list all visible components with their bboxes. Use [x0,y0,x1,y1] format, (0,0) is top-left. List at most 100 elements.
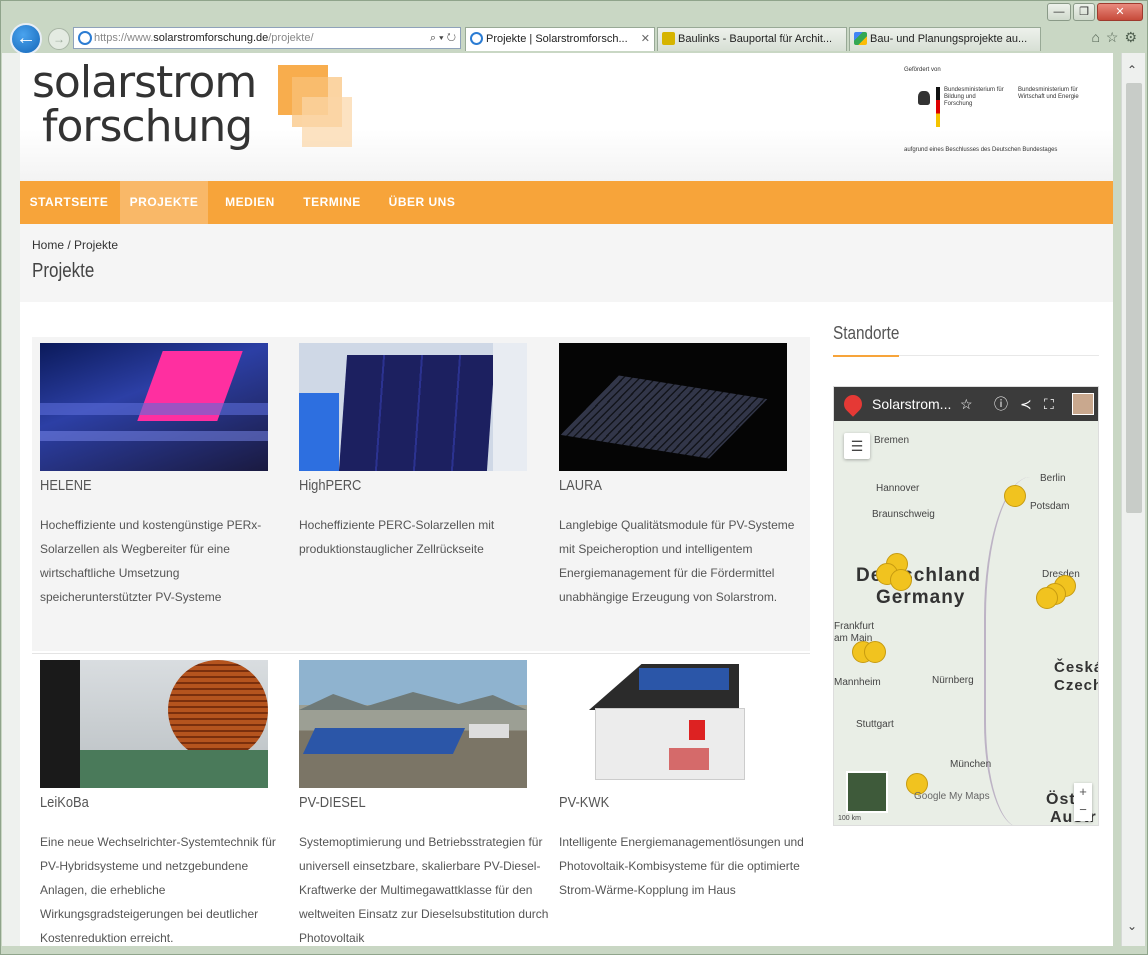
project-row: LeiKoBa Eine neue Wechselrichter-Systemt… [32,653,810,946]
project-title[interactable]: LAURA [559,477,602,494]
web-page: solarstrom forschung Gefördert von Bunde… [20,53,1113,946]
project-description: Intelligente Energiemanagementlösungen u… [559,835,804,897]
map-label-nuernberg: Nürnberg [932,675,974,686]
nav-termine[interactable]: TERMINE [292,181,372,224]
zoom-in-button[interactable]: + [1074,783,1092,801]
site-logo[interactable]: solarstrom forschung [32,61,257,149]
map-pin[interactable] [864,641,886,663]
tab-label: Bau- und Planungsprojekte au... [870,33,1028,45]
scroll-down-icon[interactable]: ⌄ [1127,919,1137,933]
star-icon[interactable]: ☆ [960,387,973,421]
url-scheme: https://www. [94,32,154,44]
map-title[interactable]: Solarstrom... [872,387,951,421]
eagle-icon [918,91,930,105]
minimize-button[interactable]: — [1047,3,1071,21]
address-bar[interactable]: https://www.solarstromforschung.de/proje… [73,27,461,49]
map-label-potsdam: Potsdam [1030,501,1070,512]
title-bar: — ❐ ✕ [1,1,1148,23]
project-image[interactable] [559,660,787,788]
project-description: Hocheffiziente und kostengünstige PERx-S… [40,518,262,604]
map-label-braunschweig: Braunschweig [872,509,935,520]
project-title[interactable]: LeiKoBa [40,794,89,811]
avatar[interactable] [1072,393,1094,415]
project-description: Hocheffiziente PERC-Solarzellen mit prod… [299,518,495,556]
close-window-button[interactable]: ✕ [1097,3,1143,21]
map-header: Solarstrom... ☆ ⓘ ≺ ⛶ [834,387,1098,421]
scroll-thumb[interactable] [1126,83,1142,513]
zoom-out-button[interactable]: − [1074,801,1092,819]
project-row: HELENE Hocheffiziente und kostengünstige… [32,337,810,651]
logo-square-icon [302,97,352,147]
page-title: Projekte [32,260,95,282]
site-header: solarstrom forschung Gefördert von Bunde… [20,53,1113,181]
nav-ueber-uns[interactable]: ÜBER UNS [376,181,468,224]
forward-button[interactable]: → [48,28,70,50]
restore-button[interactable]: ❐ [1073,3,1095,21]
map-label-hannover: Hannover [876,483,920,494]
map-pin[interactable] [1036,587,1058,609]
project-title[interactable]: PV-DIESEL [299,794,366,811]
tab-label: Projekte | Solarstromforsch... [486,33,628,45]
zoom-control[interactable]: + − [1074,783,1092,821]
project-title[interactable]: HELENE [40,477,92,494]
browser-window: — ❐ ✕ ← → https://www.solarstromforschun… [0,0,1148,955]
fullscreen-icon[interactable]: ⛶ [1044,387,1054,421]
maps-favicon-icon [854,32,867,45]
scroll-up-icon[interactable]: ⌃ [1127,63,1137,77]
locations-map[interactable]: Solarstrom... ☆ ⓘ ≺ ⛶ ☰ Bremen Hannover … [833,386,1099,826]
satellite-toggle[interactable] [846,771,888,813]
map-pin[interactable] [1004,485,1026,507]
german-flag-icon [936,87,940,127]
map-label-stuttgart: Stuttgart [856,719,894,730]
url-path: /projekte/ [268,32,314,44]
map-label-germany: Germany [876,587,966,608]
map-label-berlin: Berlin [1040,473,1066,484]
sponsor-logo: Gefördert von Bundesministerium für Bild… [900,67,1100,157]
address-tools[interactable]: ⌕ ▾ ↻ [430,28,456,48]
tab-baulinks[interactable]: Baulinks - Bauportal für Archit... [657,27,847,51]
nav-startseite[interactable]: STARTSEITE [20,181,118,224]
project-image[interactable] [40,343,268,471]
tab-bau-planungsprojekte[interactable]: Bau- und Planungsprojekte au... [849,27,1041,51]
site-icon [78,31,92,45]
map-scale: 100 km [838,815,861,822]
legend-icon[interactable]: ☰ [844,433,870,459]
baulinks-favicon-icon [662,32,675,45]
url-host: solarstromforschung.de [153,32,269,44]
vertical-scrollbar[interactable]: ⌃ ⌄ [1121,53,1145,946]
main-navigation: STARTSEITE PROJEKTE MEDIEN TERMINE ÜBER … [20,181,1113,224]
nav-medien[interactable]: MEDIEN [210,181,290,224]
project-image[interactable] [559,343,787,471]
map-label-ceska: Česká [1054,659,1099,676]
ministry-bmwi: Bundesministerium für Wirtschaft und Ene… [1018,87,1079,100]
project-description: Eine neue Wechselrichter-Systemtechnik f… [40,835,276,945]
map-label-mannheim: Mannheim [834,677,881,688]
back-button[interactable]: ← [10,23,42,55]
home-favorites-settings-icons[interactable]: ⌂☆⚙ [1091,29,1143,46]
nav-projekte[interactable]: PROJEKTE [120,181,208,224]
ie-favicon-icon [470,32,483,45]
project-title[interactable]: PV-KWK [559,794,609,811]
page-title-band: Home / Projekte Projekte [20,224,1113,302]
project-description: Systemoptimierung und Betriebsstrategien… [299,835,549,945]
share-icon[interactable]: ≺ [1020,387,1032,421]
map-label-muenchen: München [950,759,992,770]
sponsor-note: aufgrund eines Beschlusses des Deutschen… [904,147,1058,153]
tab-projekte[interactable]: Projekte | Solarstromforsch... ✕ [465,27,655,51]
map-pin[interactable] [890,569,912,591]
sponsor-caption: Gefördert von [904,67,941,73]
tab-close-icon[interactable]: ✕ [641,28,650,50]
project-image[interactable] [299,343,527,471]
ministry-bmbf: Bundesministerium für Bildung und Forsch… [944,87,1004,107]
google-attribution: Google My Maps [914,791,990,802]
breadcrumb[interactable]: Home / Projekte [32,238,118,252]
browser-toolbar: ← → https://www.solarstromforschung.de/p… [1,23,1148,55]
info-icon[interactable]: ⓘ [994,387,1008,421]
project-image[interactable] [40,660,268,788]
map-label-deutschland: Deutschland [856,565,982,586]
map-label-czech: Czech [1054,677,1099,694]
map-marker-icon [840,391,866,417]
project-title[interactable]: HighPERC [299,477,361,494]
left-border [2,53,20,946]
project-image[interactable] [299,660,527,788]
